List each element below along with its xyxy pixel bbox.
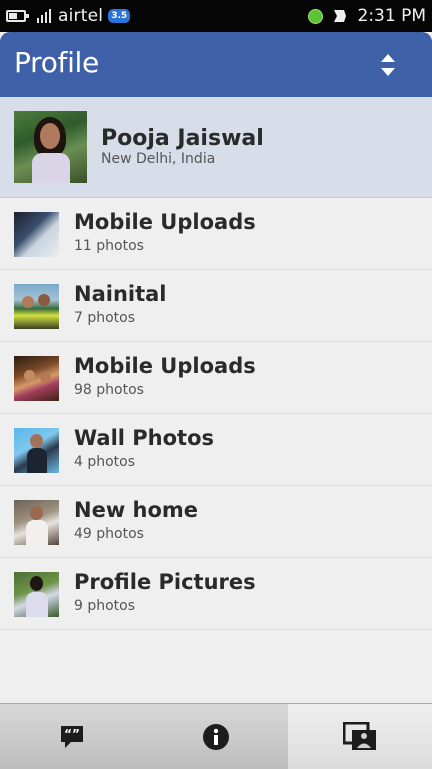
album-photo-count: 4 photos — [74, 454, 136, 470]
info-icon — [203, 723, 229, 750]
album-photo-count: 98 photos — [74, 382, 144, 398]
album-thumbnail — [14, 572, 59, 617]
info-button[interactable] — [144, 704, 288, 769]
battery-icon — [6, 10, 29, 22]
comments-icon: “” — [61, 725, 83, 748]
network-type-badge: 3.5 — [108, 9, 131, 23]
album-item[interactable]: New home 49 photos — [0, 486, 432, 558]
album-title: Nainital — [74, 282, 167, 306]
status-bar: airtel 3.5 2:31 PM — [0, 0, 432, 32]
album-photo-count: 11 photos — [74, 238, 144, 254]
album-title: Mobile Uploads — [74, 210, 256, 234]
album-title: Mobile Uploads — [74, 354, 256, 378]
album-thumbnail — [14, 212, 59, 257]
album-thumbnail — [14, 428, 59, 473]
svg-text:“”: “” — [64, 727, 80, 741]
album-title: Profile Pictures — [74, 570, 256, 594]
bottom-toolbar: “” — [0, 703, 432, 769]
page-title: Profile — [14, 46, 99, 79]
comments-button[interactable]: “” — [0, 704, 144, 769]
album-thumbnail — [14, 500, 59, 545]
album-thumbnail — [14, 284, 59, 329]
profile-location: New Delhi, India — [101, 151, 216, 167]
album-photo-count: 7 photos — [74, 310, 136, 326]
photos-icon — [343, 721, 376, 750]
sort-icon[interactable] — [378, 52, 398, 78]
online-status-icon — [307, 8, 323, 24]
album-item[interactable]: Mobile Uploads 98 photos — [0, 342, 432, 414]
album-photo-count: 49 photos — [74, 526, 144, 542]
album-title: Wall Photos — [74, 426, 215, 450]
notification-icon — [333, 10, 346, 22]
album-item[interactable]: Wall Photos 4 photos — [0, 414, 432, 486]
carrier-name: airtel — [58, 6, 104, 26]
album-item[interactable]: Profile Pictures 9 photos — [0, 558, 432, 630]
album-item[interactable]: Nainital 7 photos — [0, 270, 432, 342]
photos-button[interactable] — [288, 704, 432, 769]
signal-strength-icon — [37, 9, 51, 23]
profile-photo — [14, 111, 87, 183]
album-title: New home — [74, 498, 199, 522]
profile-name: Pooja Jaiswal — [101, 126, 264, 151]
clock: 2:31 PM — [357, 6, 427, 26]
app-header: Profile — [0, 32, 432, 97]
album-item[interactable]: Mobile Uploads 11 photos — [0, 198, 432, 270]
album-thumbnail — [14, 356, 59, 401]
album-photo-count: 9 photos — [74, 598, 136, 614]
